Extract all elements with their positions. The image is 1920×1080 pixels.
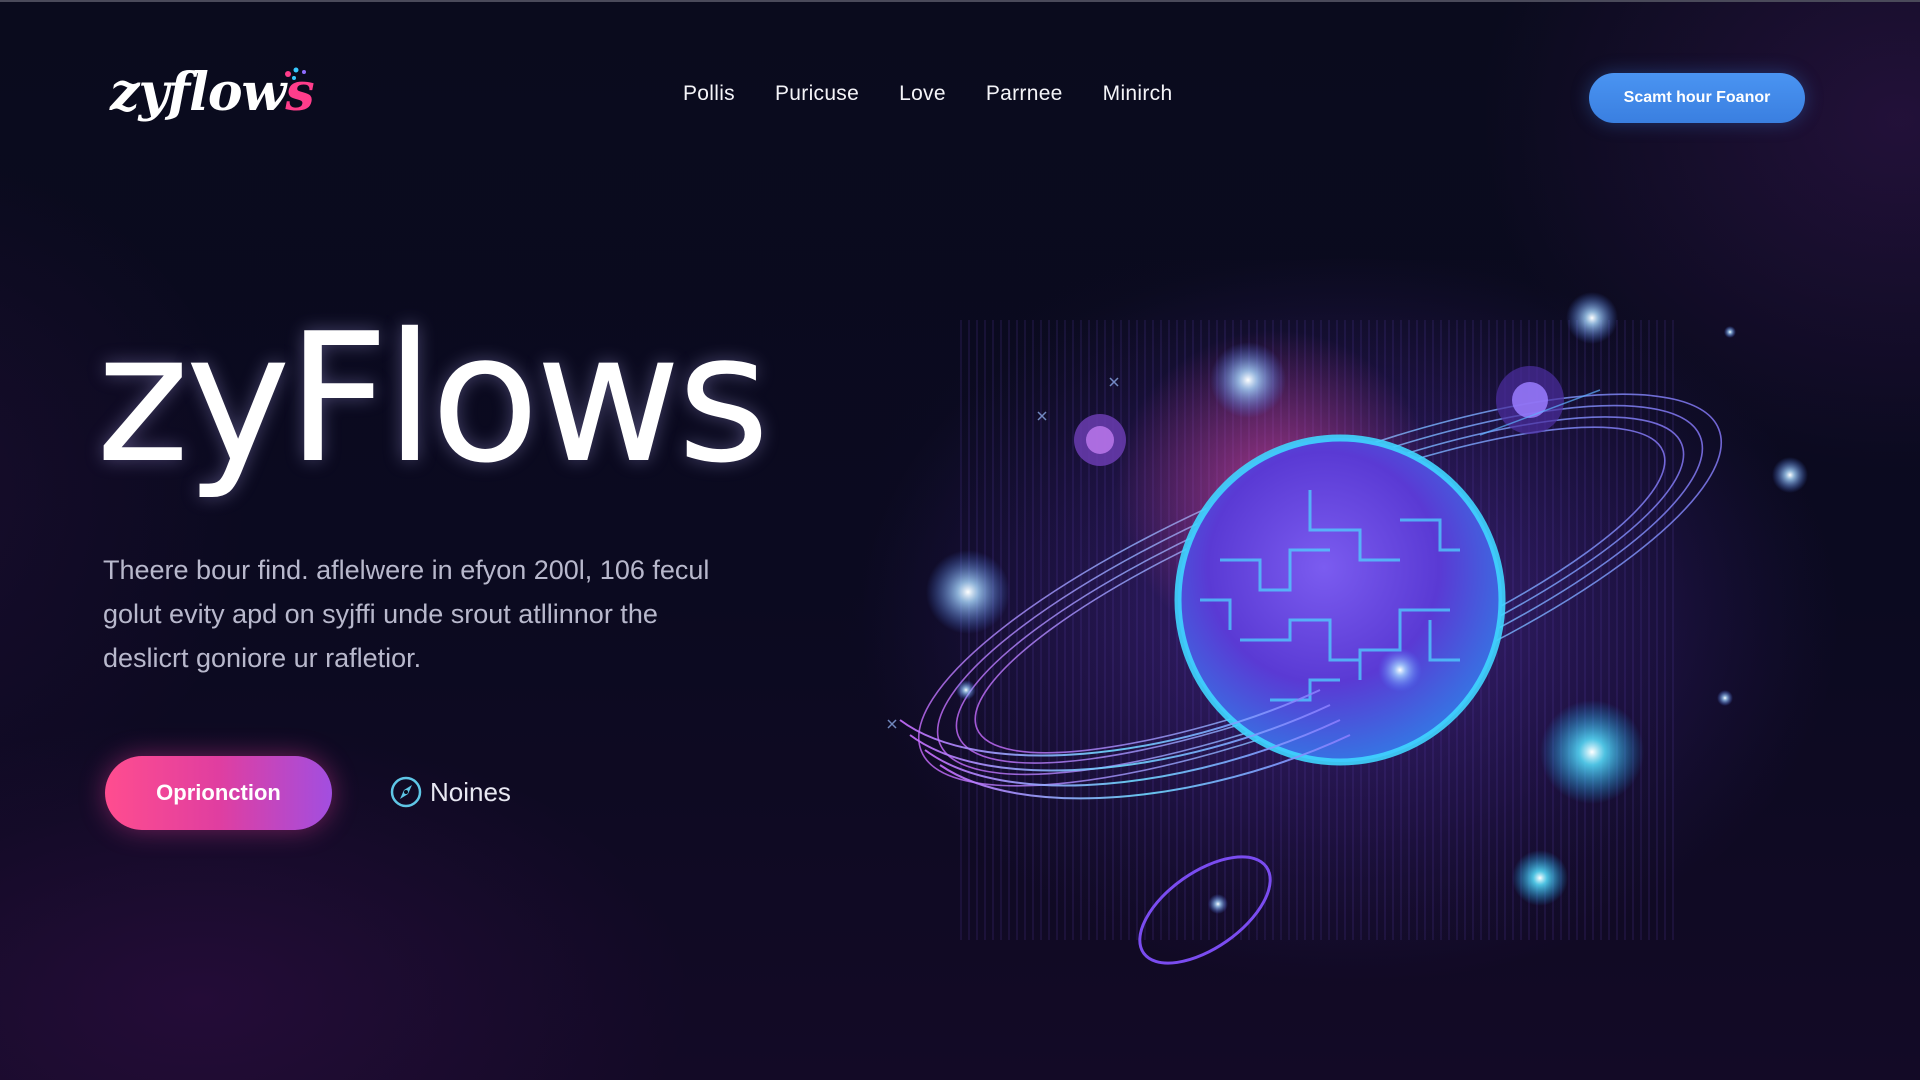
header-cta-button[interactable]: Scamt hour Foanor — [1589, 73, 1805, 123]
logo-text: zyflow — [110, 62, 286, 123]
nav-item-minirch[interactable]: Minirch — [1103, 82, 1173, 106]
compass-icon — [390, 776, 422, 808]
primary-action-button[interactable]: Oprionction — [105, 756, 332, 830]
hero-description-line: deslicrt goniore ur rafletior. — [103, 643, 422, 673]
secondary-action-label: Noines — [430, 776, 511, 807]
hero-title: zyFlows — [96, 295, 770, 502]
hero-description: Theere bour find. aflelwere in efyon 200… — [103, 548, 803, 680]
nav-item-puricuse[interactable]: Puricuse — [775, 82, 859, 106]
secondary-action-button[interactable]: Noines — [388, 774, 511, 810]
planet-illustration — [840, 260, 1860, 980]
hero-description-line: golut evity apd on syjffi unde srout atl… — [103, 599, 658, 629]
main-nav: Pollis Puricuse Love Parrnee Minirch — [683, 82, 1172, 106]
logo-sparkle-icon — [285, 67, 306, 80]
nav-item-love[interactable]: Love — [899, 82, 946, 106]
nav-item-parrnee[interactable]: Parrnee — [986, 82, 1063, 106]
hero-description-line: Theere bour find. aflelwere in efyon 200… — [103, 555, 710, 585]
nav-item-pollis[interactable]: Pollis — [683, 82, 735, 106]
top-border — [0, 0, 1920, 2]
